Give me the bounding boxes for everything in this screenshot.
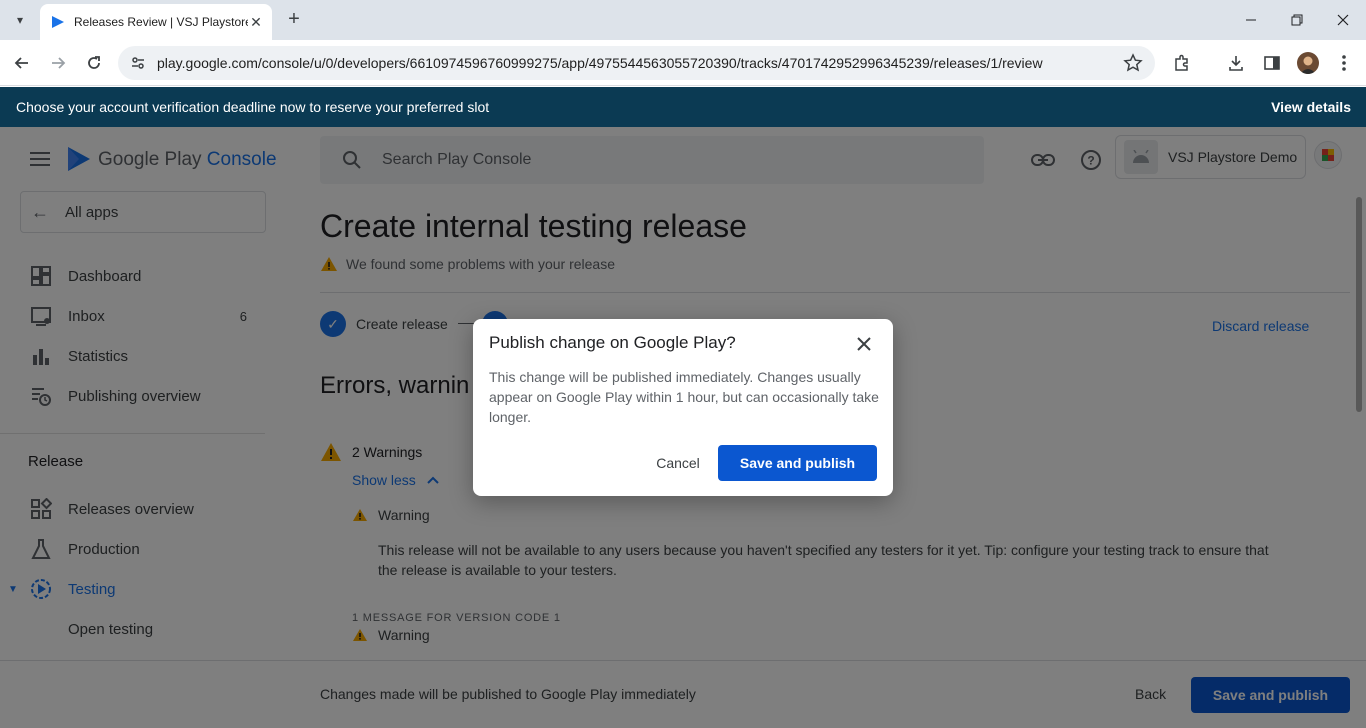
banner-message: Choose your account verification deadlin… [16, 99, 490, 115]
verification-banner: Choose your account verification deadlin… [0, 87, 1366, 127]
bookmark-star-icon[interactable] [1123, 53, 1143, 73]
back-arrow-icon[interactable] [9, 50, 35, 76]
publish-dialog: Publish change on Google Play? This chan… [473, 319, 893, 496]
close-window-icon[interactable] [1320, 0, 1366, 40]
tab-search-icon[interactable]: ▾ [8, 8, 32, 32]
view-details-link[interactable]: View details [1271, 99, 1351, 115]
dialog-save-and-publish-button[interactable]: Save and publish [718, 445, 877, 481]
browser-menu-icon[interactable] [1333, 52, 1355, 74]
tab-close-icon[interactable]: ✕ [248, 14, 264, 31]
browser-tab[interactable]: Releases Review | VSJ Playstore ✕ [40, 4, 272, 40]
reload-icon[interactable] [81, 50, 107, 76]
dialog-title: Publish change on Google Play? [489, 333, 736, 352]
profile-avatar[interactable] [1297, 52, 1319, 74]
address-bar[interactable]: play.google.com/console/u/0/developers/6… [118, 46, 1155, 80]
restore-icon[interactable] [1274, 0, 1320, 40]
browser-toolbar: play.google.com/console/u/0/developers/6… [0, 40, 1366, 86]
cancel-button[interactable]: Cancel [647, 445, 709, 481]
download-icon[interactable] [1225, 52, 1247, 74]
extensions-icon[interactable] [1171, 52, 1193, 74]
tab-title: Releases Review | VSJ Playstore [74, 15, 248, 29]
dialog-body: This change will be published immediatel… [489, 369, 879, 425]
url-text: play.google.com/console/u/0/developers/6… [157, 55, 1043, 71]
minimize-icon[interactable] [1228, 0, 1274, 40]
side-panel-icon[interactable] [1261, 52, 1283, 74]
site-info-icon[interactable] [128, 53, 148, 73]
play-console-favicon [52, 16, 64, 28]
browser-tab-bar: ▾ Releases Review | VSJ Playstore ✕ + [0, 0, 1366, 40]
close-icon[interactable] [853, 333, 875, 355]
forward-arrow-icon[interactable] [45, 50, 71, 76]
new-tab-button[interactable]: + [282, 8, 306, 32]
